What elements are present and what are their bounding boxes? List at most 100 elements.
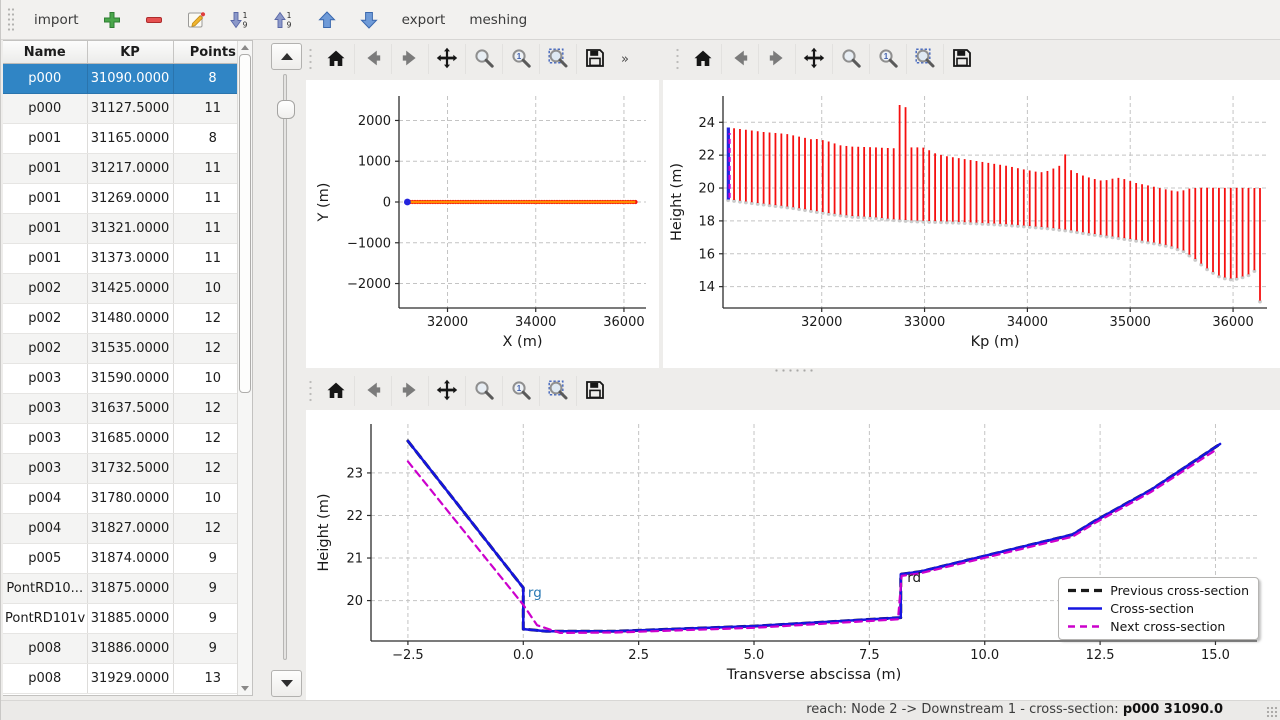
cross-section-plot[interactable]: Previous cross-sectionCross-sectionNext … [306,410,1280,700]
zoom-one-button[interactable]: 1 [869,44,906,74]
slider-down-button[interactable] [271,670,302,697]
home-button[interactable] [684,44,721,74]
table-row[interactable]: p00231425.000010 [3,274,252,304]
back-button[interactable] [354,376,391,406]
zoom-one-button[interactable]: 1 [502,376,539,406]
table-row[interactable]: p00331590.000010 [3,364,252,394]
table-row[interactable]: p00131373.000011 [3,244,252,274]
move-up-button[interactable] [308,5,346,35]
toolbar-drag-handle[interactable] [675,47,680,71]
splitter-handle[interactable] [773,368,813,374]
table-cell[interactable]: 31535.0000 [87,334,173,364]
home-button[interactable] [317,44,354,74]
table-cell[interactable]: 31321.0000 [87,214,173,244]
toolbar-drag-handle[interactable] [308,47,313,71]
table-row[interactable]: p00031090.00008 [3,64,252,94]
pan-button[interactable] [795,44,832,74]
home-button[interactable] [317,376,354,406]
zoom-rect-button[interactable] [539,376,576,406]
table-cell[interactable]: PontRD10... [3,574,87,604]
slider-handle[interactable] [277,100,295,119]
resize-grip[interactable] [1266,706,1278,718]
table-cell[interactable]: 31480.0000 [87,304,173,334]
table-row[interactable]: p00531874.00009 [3,544,252,574]
table-cell[interactable]: 31269.0000 [87,184,173,214]
table-cell[interactable]: 31165.0000 [87,124,173,154]
table-cell[interactable]: 31885.0000 [87,604,173,634]
pan-button[interactable] [428,376,465,406]
remove-cross-section-button[interactable] [135,5,173,35]
table-cell[interactable]: p003 [3,424,87,454]
zoom-rect-button[interactable] [906,44,943,74]
save-button[interactable] [576,376,613,406]
toolbar-drag-handle[interactable] [7,7,14,33]
save-button[interactable] [943,44,980,74]
table-cell[interactable]: p004 [3,514,87,544]
move-down-button[interactable] [350,5,388,35]
meshing-button[interactable]: meshing [459,5,537,35]
sort-ascending-button[interactable]: 19 [264,5,304,35]
table-row[interactable]: p00031127.500011 [3,94,252,124]
table-cell[interactable]: 31590.0000 [87,364,173,394]
table-cell[interactable]: p008 [3,634,87,664]
table-cell[interactable]: p001 [3,244,87,274]
table-cell[interactable]: 31217.0000 [87,154,173,184]
forward-button[interactable] [391,376,428,406]
table-cell[interactable]: PontRD101v [3,604,87,634]
slider-up-button[interactable] [271,43,302,70]
zoom-button[interactable] [465,44,502,74]
table-cell[interactable]: 31874.0000 [87,544,173,574]
table-cell[interactable]: p000 [3,94,87,124]
scrollbar-thumb[interactable] [239,54,251,393]
table-cell[interactable]: p003 [3,364,87,394]
table-cell[interactable]: 31090.0000 [87,64,173,94]
table-cell[interactable]: 31827.0000 [87,514,173,544]
toolbar-overflow-button[interactable]: » [613,52,637,67]
zoom-rect-button[interactable] [539,44,576,74]
table-cell[interactable]: p001 [3,154,87,184]
table-cell[interactable]: 31425.0000 [87,274,173,304]
table-cell[interactable]: p008 [3,664,87,694]
table-cell[interactable]: p001 [3,124,87,154]
table-row[interactable]: p00431827.000012 [3,514,252,544]
table-cell[interactable]: p001 [3,214,87,244]
column-header-name[interactable]: Name [3,41,87,64]
table-row[interactable]: p00331685.000012 [3,424,252,454]
table-cell[interactable]: p000 [3,64,87,94]
table-row[interactable]: PontRD10...31875.00009 [3,574,252,604]
table-cell[interactable]: 31732.5000 [87,454,173,484]
slider-track[interactable] [283,74,287,660]
table-cell[interactable]: p004 [3,484,87,514]
table-row[interactable]: p00331637.500012 [3,394,252,424]
zoom-button[interactable] [832,44,869,74]
export-button[interactable]: export [392,5,456,35]
sort-descending-button[interactable]: 19 [220,5,260,35]
table-row[interactable]: p00331732.500012 [3,454,252,484]
table-cell[interactable]: p002 [3,334,87,364]
zoom-one-button[interactable]: 1 [502,44,539,74]
forward-button[interactable] [758,44,795,74]
table-cell[interactable]: 31685.0000 [87,424,173,454]
table-cell[interactable]: 31127.5000 [87,94,173,124]
table-cell[interactable]: 31373.0000 [87,244,173,274]
table-row[interactable]: p00231480.000012 [3,304,252,334]
table-row[interactable]: p00431780.000010 [3,484,252,514]
table-scrollbar[interactable] [237,41,252,695]
table-cell[interactable]: 31886.0000 [87,634,173,664]
table-row[interactable]: p00131165.00008 [3,124,252,154]
table-cell[interactable]: 31875.0000 [87,574,173,604]
table-cell[interactable]: p002 [3,304,87,334]
table-cell[interactable]: p002 [3,274,87,304]
back-button[interactable] [721,44,758,74]
import-button[interactable]: import [24,5,89,35]
table-cell[interactable]: 31637.5000 [87,394,173,424]
plan-view-plot[interactable]: 320003400036000−2000−1000010002000X (m)Y… [306,80,659,368]
table-cell[interactable]: 31780.0000 [87,484,173,514]
longitudinal-profile-plot[interactable]: 3200033000340003500036000141618202224Kp … [663,80,1280,368]
forward-button[interactable] [391,44,428,74]
table-cell[interactable]: p003 [3,394,87,424]
edit-cross-section-button[interactable] [177,5,216,35]
table-row[interactable]: p00831886.00009 [3,634,252,664]
table-row[interactable]: p00131321.000011 [3,214,252,244]
save-button[interactable] [576,44,613,74]
